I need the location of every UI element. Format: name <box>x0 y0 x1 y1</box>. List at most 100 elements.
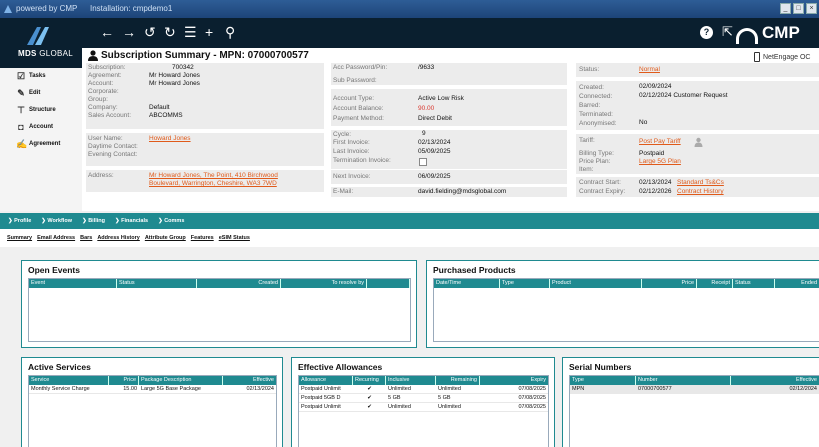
address-link[interactable]: Mr Howard Jones, The Point, 410 Birchwoo… <box>149 172 278 179</box>
nav-comms[interactable]: Comms <box>158 218 184 224</box>
account-balance-label: Account Balance: <box>333 105 384 112</box>
price-plan-link[interactable]: Large 5G Plan <box>639 158 681 165</box>
created-label: Created: <box>579 84 604 91</box>
tab-address-history[interactable]: Address History <box>97 235 140 241</box>
sidebar-item-tasks[interactable]: ☑ Tasks <box>16 71 46 81</box>
search-icon[interactable]: ⚲ <box>225 22 235 42</box>
column-header[interactable]: Effective <box>223 376 276 385</box>
table-row[interactable]: Postpaid 5GB D ✔ 5 GB 5 GB 07/08/2025 <box>299 394 548 403</box>
column-header[interactable]: Event <box>29 279 117 288</box>
column-header[interactable]: Allowance <box>299 376 353 385</box>
redo-icon[interactable]: ↻ <box>164 22 176 42</box>
serial-numbers-panel: Serial Numbers Type Number Effective MPN… <box>562 357 819 447</box>
sidebar-item-account[interactable]: ◘ Account <box>16 122 53 132</box>
add-icon[interactable]: + <box>205 22 213 42</box>
column-header[interactable]: Status <box>117 279 197 288</box>
column-header[interactable]: Ended <box>775 279 819 288</box>
account-balance-value: 90.00 <box>418 105 435 112</box>
email-label: E-Mail: <box>333 188 354 195</box>
table-row[interactable]: Postpaid Unlimit ✔ Unlimited Unlimited 0… <box>299 403 548 412</box>
contract-expiry-value: 02/12/2026 <box>639 188 672 195</box>
column-header[interactable]: Effective <box>731 376 819 385</box>
acc-password-label: Acc Password/Pin: <box>333 64 388 71</box>
minimize-button[interactable]: _ <box>780 3 791 14</box>
column-header[interactable]: Receipt <box>697 279 733 288</box>
sidebar-item-label: Tasks <box>29 73 46 79</box>
tab-esim-status[interactable]: eSIM Status <box>219 235 250 241</box>
nav-financials[interactable]: Financials <box>115 218 148 224</box>
column-header[interactable]: Package Description <box>139 376 223 385</box>
payment-method-value: Direct Debit <box>418 115 452 122</box>
nav-billing[interactable]: Billing <box>82 218 105 224</box>
sales-account-label: Sales Account: <box>88 112 131 119</box>
window-titlebar: powered by CMP Installation: cmpdemo1 _ … <box>0 0 819 18</box>
forward-arrow-icon[interactable]: → <box>122 22 136 42</box>
list-icon[interactable]: ☰ <box>184 22 197 42</box>
column-header[interactable]: Price <box>642 279 697 288</box>
purchased-products-panel: Purchased Products Date/Time Type Produc… <box>426 260 819 348</box>
tab-features[interactable]: Features <box>191 235 214 241</box>
standard-tscs-link[interactable]: Standard Ts&Cs <box>677 179 724 186</box>
price-plan-label: Price Plan: <box>579 158 611 165</box>
column-header[interactable]: Remaining <box>436 376 480 385</box>
cmp-logo: CMP <box>762 23 800 42</box>
purchased-products-table: Date/Time Type Product Price Receipt Sta… <box>433 278 819 342</box>
next-invoice-label: Next Invoice: <box>333 173 371 180</box>
sales-account-value: ABCOMMS <box>149 112 183 119</box>
column-header[interactable]: Status <box>733 279 775 288</box>
column-header[interactable]: Number <box>636 376 731 385</box>
column-header[interactable]: Service <box>29 376 109 385</box>
maximize-button[interactable]: □ <box>793 3 804 14</box>
connected-value: 02/12/2024 Customer Request <box>639 92 728 99</box>
nav-profile[interactable]: Profile <box>8 218 31 224</box>
column-header[interactable]: Price <box>109 376 139 385</box>
email-value: david.fielding@mdsglobal.com <box>418 188 507 195</box>
tab-email-address[interactable]: Email Address <box>37 235 75 241</box>
column-header[interactable]: To resolve by <box>281 279 367 288</box>
tariff-link[interactable]: Post Pay Tariff <box>639 138 681 145</box>
tariff-info-icon[interactable] <box>694 137 703 147</box>
help-icon[interactable]: ? <box>700 26 713 39</box>
account-type-label: Account Type: <box>333 95 375 102</box>
acc-password-value: /9633 <box>418 64 435 71</box>
phone-icon <box>754 52 760 62</box>
table-row[interactable]: Postpaid Unlimit ✔ Unlimited Unlimited 0… <box>299 385 548 394</box>
column-header[interactable]: Expiry <box>480 376 548 385</box>
column-header[interactable]: Inclusive <box>386 376 436 385</box>
column-header-filler <box>367 279 410 288</box>
column-header[interactable]: Recurring <box>353 376 386 385</box>
address-link-line2[interactable]: Boulevard, Warrington, Cheshire, WA3 7WD <box>149 180 277 187</box>
nav-workflow[interactable]: Workflow <box>41 218 72 224</box>
table-row[interactable]: MPN 07000700577 02/12/2024 <box>570 385 819 394</box>
panel-title: Open Events <box>28 265 80 275</box>
table-row[interactable]: Monthly Service Charge 15.00 Large 5G Ba… <box>29 385 276 394</box>
undo-icon[interactable]: ↺ <box>144 22 156 42</box>
tab-attribute-group[interactable]: Attribute Group <box>145 235 186 241</box>
close-button[interactable]: × <box>806 3 817 14</box>
column-header[interactable]: Created <box>197 279 281 288</box>
account-value: Mr Howard Jones <box>149 80 200 87</box>
sidebar-item-edit[interactable]: ✎ Edit <box>16 88 40 98</box>
user-name-link[interactable]: Howard Jones <box>149 135 191 142</box>
sidebar-item-label: Edit <box>29 90 41 96</box>
item-label: Item: <box>579 166 594 173</box>
termination-invoice-checkbox[interactable] <box>419 158 427 166</box>
sidebar-item-agreement[interactable]: ✍ Agreement <box>16 139 60 149</box>
column-header[interactable]: Type <box>570 376 636 385</box>
price-cell: 15.00 <box>123 386 137 392</box>
account-label: Account: <box>88 80 114 87</box>
contract-start-value: 02/13/2024 <box>639 179 672 186</box>
number-cell: 07000700577 <box>638 386 672 392</box>
popout-icon[interactable]: ⇱ <box>722 22 733 42</box>
status-link[interactable]: Normal <box>639 66 660 73</box>
contract-history-link[interactable]: Contract History <box>677 188 724 195</box>
tab-bars[interactable]: Bars <box>80 235 92 241</box>
column-header[interactable]: Product <box>550 279 642 288</box>
column-header[interactable]: Date/Time <box>434 279 500 288</box>
column-header[interactable]: Type <box>500 279 550 288</box>
sidebar-item-structure[interactable]: ⊤ Structure <box>16 105 56 115</box>
back-arrow-icon[interactable]: ← <box>100 22 114 42</box>
inclusive-cell: 5 GB <box>388 395 401 401</box>
corporate-label: Corporate: <box>88 88 119 95</box>
tab-summary[interactable]: Summary <box>7 235 32 241</box>
